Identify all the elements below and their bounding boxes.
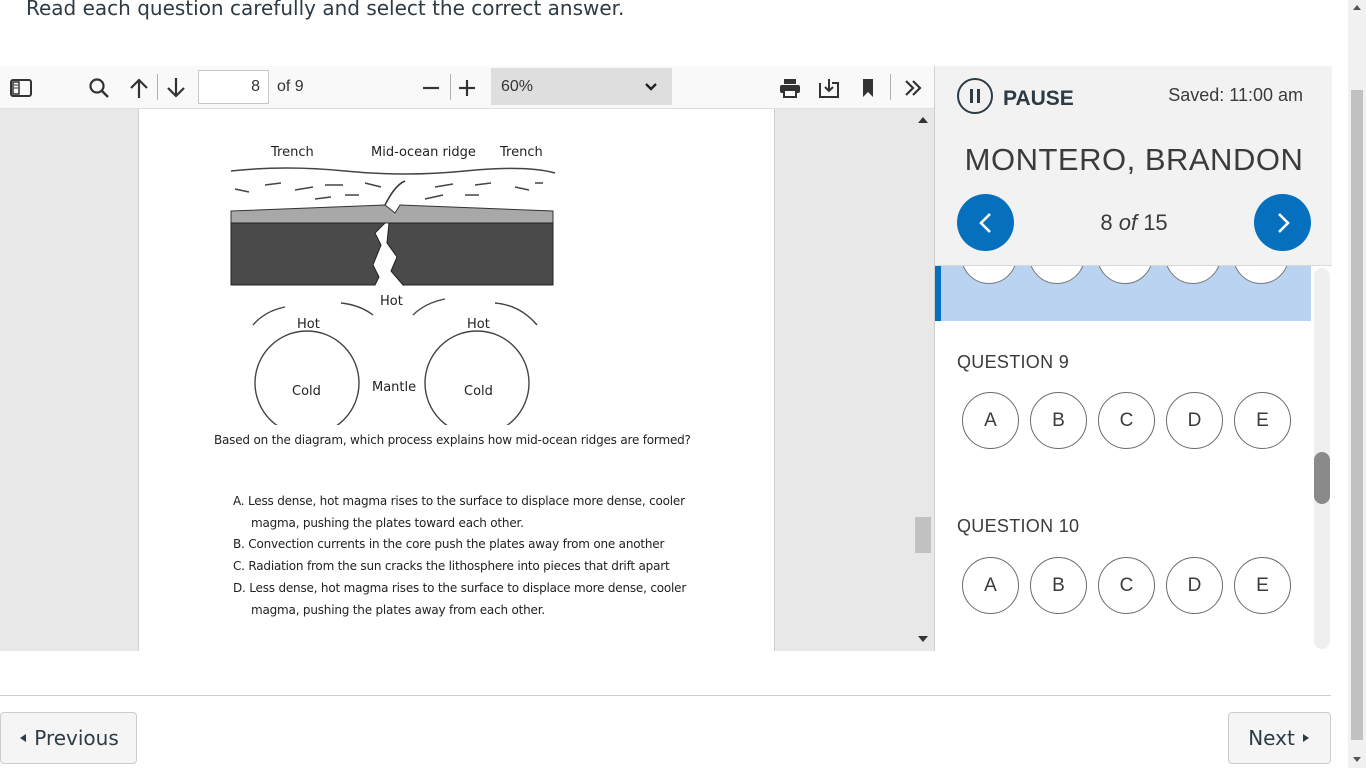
page-total-label: of 9 [277,78,304,95]
answer-bubble-partial[interactable] [961,266,1017,284]
scroll-down-icon[interactable] [1353,757,1361,762]
bookmark-icon[interactable] [857,66,879,109]
label-mantle: Mantle [372,380,417,395]
instructions-text: Read each question carefully and select … [26,0,625,20]
answer-bubble-q10-e[interactable]: E [1234,557,1291,614]
scroll-down-icon[interactable] [918,636,928,642]
caret-right-icon [1302,734,1309,742]
label-trench-left: Trench [271,145,314,160]
window-scrollbar[interactable] [1348,0,1366,768]
answer-bubble-partial[interactable] [1097,266,1153,284]
pdf-question-text: Based on the diagram, which process expl… [214,433,691,447]
zoom-select[interactable]: 60% [491,68,672,105]
label-cold-left: Cold [292,384,321,399]
pdf-choice-b: B. Convection currents in the core push … [233,537,665,551]
pdf-viewer[interactable]: Trench Mid-ocean ridge Trench Hot Hot Ho… [0,109,934,651]
answer-bubble-q9-b[interactable]: B [1030,392,1087,449]
previous-button[interactable]: Previous [0,712,137,764]
zoom-value: 60% [501,77,534,95]
pause-button[interactable] [957,78,993,114]
pdf-choice-c: C. Radiation from the sun cracks the lit… [233,559,670,573]
answer-bubble-q9-e[interactable]: E [1234,392,1291,449]
footer-divider [0,695,1331,696]
counter-current: 8 [1100,210,1113,235]
chevron-down-icon [645,82,657,91]
pause-label[interactable]: PAUSE [1003,87,1074,111]
next-label: Next [1248,726,1295,750]
minus-icon[interactable] [419,66,443,109]
print-icon[interactable] [778,66,802,109]
question-title: QUESTION 10 [957,516,1080,536]
sidebar-toggle-icon[interactable] [8,66,34,109]
chevron-right-icon [1277,212,1290,233]
previous-label: Previous [34,726,119,750]
answer-bubble-q10-c[interactable]: C [1098,557,1155,614]
answer-bubble-partial[interactable] [1165,266,1221,284]
next-button[interactable]: Next [1228,712,1331,764]
answers-scrollbar[interactable] [1311,266,1332,651]
download-icon[interactable] [817,66,841,109]
label-trench-right: Trench [500,145,543,160]
current-question-row [935,266,1311,321]
answer-bubble-partial[interactable] [1029,266,1085,284]
panel-header: PAUSE Saved: 11:00 am MONTERO, BRANDON 8… [935,66,1332,266]
answer-bubble-q9-c[interactable]: C [1098,392,1155,449]
counter-total: 15 [1143,210,1168,235]
search-icon[interactable] [86,66,112,109]
plus-icon[interactable] [455,66,479,109]
answer-bubble-q10-a[interactable]: A [962,557,1019,614]
scroll-up-icon[interactable] [1353,5,1361,10]
pdf-choice-a: A. Less dense, hot magma rises to the su… [233,494,685,508]
answers-list[interactable]: QUESTION 9 A B C D E QUESTION 10 A B C D… [935,266,1332,651]
answer-bubble-partial[interactable] [1233,266,1289,284]
answer-bubble-q10-b[interactable]: B [1030,557,1087,614]
answers-scroll-thumb[interactable] [1314,452,1330,504]
arrow-down-icon[interactable] [163,66,189,109]
answer-bubble-q10-d[interactable]: D [1166,557,1223,614]
scroll-up-icon[interactable] [918,117,928,123]
label-hot-left: Hot [297,317,320,332]
pdf-choice-d: D. Less dense, hot magma rises to the su… [233,581,687,595]
caret-left-icon [20,734,27,742]
answer-bubble-q9-d[interactable]: D [1166,392,1223,449]
answer-panel: PAUSE Saved: 11:00 am MONTERO, BRANDON 8… [934,66,1332,651]
saved-status: Saved: 11:00 am [1168,85,1303,105]
label-hot-top: Hot [380,294,403,309]
pdf-scroll-thumb[interactable] [915,517,931,553]
label-cold-right: Cold [464,384,493,399]
arrow-up-icon[interactable] [126,66,152,109]
double-chevron-right-icon[interactable] [900,66,926,109]
page-number-input[interactable] [198,70,269,104]
student-name: MONTERO, BRANDON [964,142,1304,177]
pdf-scrollbar[interactable] [912,109,934,651]
question-title: QUESTION 9 [957,352,1070,372]
label-ridge: Mid-ocean ridge [371,145,476,160]
pdf-choice-a-cont: magma, pushing the plates toward each ot… [251,516,524,530]
pdf-toolbar: of 9 60% [0,66,934,109]
window-scroll-thumb[interactable] [1351,90,1363,740]
answer-bubble-q9-a[interactable]: A [962,392,1019,449]
label-hot-right: Hot [467,317,490,332]
next-question-button[interactable] [1254,194,1311,251]
pdf-choice-d-cont: magma, pushing the plates away from each… [251,603,545,617]
counter-of: of [1118,210,1138,235]
pdf-page: Trench Mid-ocean ridge Trench Hot Hot Ho… [138,109,775,651]
